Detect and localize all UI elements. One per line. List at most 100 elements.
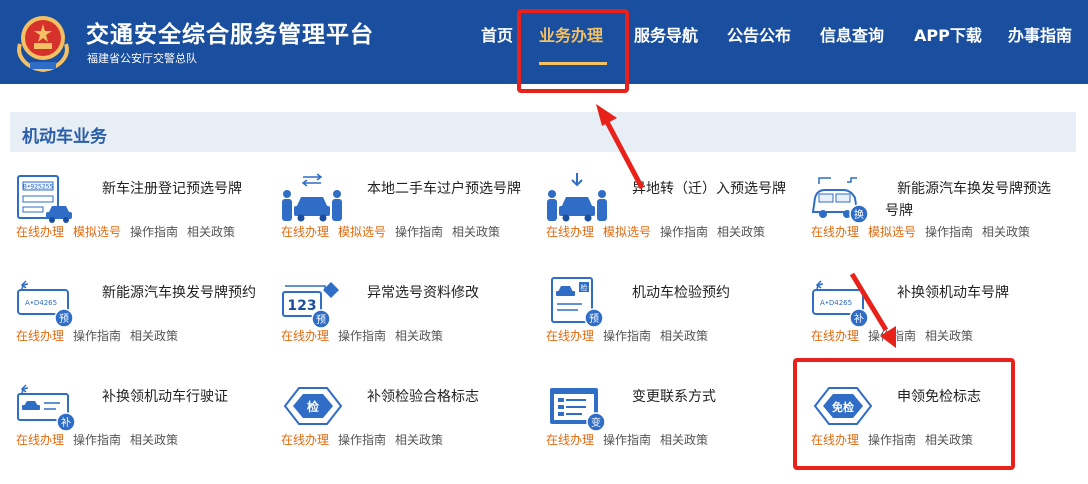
nav-home[interactable]: 首页 [481, 22, 513, 46]
operation-guide-link[interactable]: 操作指南 [130, 225, 178, 239]
nav-guide[interactable]: 办事指南 [1008, 22, 1072, 46]
service-actions: 在线办理 操作指南 相关政策 [16, 327, 187, 344]
policy-link[interactable]: 相关政策 [452, 225, 500, 239]
service-name: 补换领机动车号牌 [897, 285, 1009, 301]
online-handle-link[interactable]: 在线办理 [281, 225, 329, 239]
ev-plate-appointment-icon: A•D4265 预 [17, 280, 74, 328]
operation-guide-link[interactable]: 操作指南 [868, 433, 916, 447]
online-handle-link[interactable]: 在线办理 [16, 329, 64, 343]
nav-active-indicator [539, 62, 607, 65]
policy-link[interactable]: 相关政策 [130, 329, 178, 343]
operation-guide-link[interactable]: 操作指南 [338, 433, 386, 447]
nav-info-query[interactable]: 信息查询 [820, 22, 884, 46]
service-vehicle-inspection: 检 预 机动车检验预约 在线办理 操作指南 相关政策 [546, 274, 811, 369]
badge-text: 免检 [832, 400, 854, 414]
badge-text: 补 [854, 312, 864, 325]
service-ev-plate-appointment: A•D4265 预 新能源汽车换发号牌预约 在线办理 操作指南 相关政策 [16, 274, 281, 369]
online-handle-link[interactable]: 在线办理 [16, 225, 64, 239]
top-header: 交通安全综合服务管理平台 福建省公安厅交警总队 首页 业务办理 服务导航 公告公… [0, 0, 1088, 84]
plate-text: B•925255 [23, 184, 54, 191]
operation-guide-link[interactable]: 操作指南 [925, 225, 973, 239]
policy-link[interactable]: 相关政策 [395, 433, 443, 447]
section-title: 机动车业务 [22, 127, 107, 147]
service-actions: 在线办理 操作指南 相关政策 [546, 327, 717, 344]
policy-link[interactable]: 相关政策 [130, 433, 178, 447]
tag-text: 检 [581, 283, 588, 292]
policy-link[interactable]: 相关政策 [717, 225, 765, 239]
section-bar: 机动车业务 [10, 112, 1076, 152]
service-name: 申领免检标志 [897, 389, 981, 405]
plate-text: A•D4265 [25, 299, 57, 307]
service-license-replacement: 补 补换领机动车行驶证 在线办理 操作指南 相关政策 [16, 378, 281, 473]
plate-text: 123 [287, 298, 316, 314]
online-handle-link[interactable]: 在线办理 [811, 329, 859, 343]
inspection-mark-icon: 检 [283, 387, 343, 425]
service-plate-number-edit: 123 预 异常选号资料修改 在线办理 操作指南 相关政策 [281, 274, 546, 369]
operation-guide-link[interactable]: 操作指南 [603, 433, 651, 447]
service-plate-replacement: A•D4265 补 补换领机动车号牌 在线办理 操作指南 相关政策 [811, 274, 1076, 369]
simulate-select-link[interactable]: 模拟选号 [338, 225, 386, 239]
car-transfer-in-icon [547, 173, 607, 222]
service-name: 新车注册登记预选号牌 [102, 181, 242, 197]
policy-link[interactable]: 相关政策 [982, 225, 1030, 239]
service-ev-plate-exchange: 换 新能源汽车换发号牌预选号牌 在线办理 模拟选号 操作指南 相关政策 [811, 170, 1076, 265]
service-car-transfer-in: 异地转（迁）入预选号牌 在线办理 模拟选号 操作指南 相关政策 [546, 170, 811, 265]
operation-guide-link[interactable]: 操作指南 [660, 225, 708, 239]
operation-guide-link[interactable]: 操作指南 [73, 329, 121, 343]
operation-guide-link[interactable]: 操作指南 [868, 329, 916, 343]
service-name: 新能源汽车换发号牌预约 [102, 285, 256, 301]
policy-link[interactable]: 相关政策 [925, 433, 973, 447]
policy-link[interactable]: 相关政策 [187, 225, 235, 239]
service-actions: 在线办理 模拟选号 操作指南 相关政策 [811, 223, 1039, 240]
nav-service-guide[interactable]: 服务导航 [634, 22, 698, 46]
badge-text: 变 [591, 416, 601, 429]
simulate-select-link[interactable]: 模拟选号 [603, 225, 651, 239]
nav-app-download[interactable]: APP下载 [914, 22, 982, 46]
service-actions: 在线办理 操作指南 相关政策 [281, 431, 452, 448]
online-handle-link[interactable]: 在线办理 [16, 433, 64, 447]
online-handle-link[interactable]: 在线办理 [811, 225, 859, 239]
badge-text: 预 [589, 313, 599, 325]
simulate-select-link[interactable]: 模拟选号 [868, 225, 916, 239]
online-handle-link[interactable]: 在线办理 [281, 433, 329, 447]
service-used-car-transfer: 本地二手车过户预选号牌 在线办理 模拟选号 操作指南 相关政策 [281, 170, 546, 265]
online-handle-link[interactable]: 在线办理 [281, 329, 329, 343]
service-actions: 在线办理 操作指南 相关政策 [811, 327, 982, 344]
online-handle-link[interactable]: 在线办理 [546, 225, 594, 239]
nav-business[interactable]: 业务办理 [539, 22, 603, 46]
online-handle-link[interactable]: 在线办理 [546, 329, 594, 343]
police-emblem-icon [17, 16, 69, 72]
nav-announcements[interactable]: 公告公布 [727, 22, 791, 46]
service-name: 新能源汽车换发号牌预选号牌 [885, 181, 1051, 219]
badge-text: 补 [61, 416, 71, 429]
operation-guide-link[interactable]: 操作指南 [338, 329, 386, 343]
contact-change-icon: 变 [550, 388, 606, 432]
service-actions: 在线办理 操作指南 相关政策 [281, 327, 452, 344]
policy-link[interactable]: 相关政策 [395, 329, 443, 343]
new-car-registration-icon: B•925255 [17, 175, 72, 223]
service-name: 本地二手车过户预选号牌 [367, 181, 521, 197]
online-handle-link[interactable]: 在线办理 [811, 433, 859, 447]
site-subtitle: 福建省公安厅交警总队 [87, 52, 197, 65]
service-actions: 在线办理 模拟选号 操作指南 相关政策 [16, 223, 244, 240]
service-name: 机动车检验预约 [632, 285, 730, 301]
site-title: 交通安全综合服务管理平台 [86, 22, 374, 48]
simulate-select-link[interactable]: 模拟选号 [73, 225, 121, 239]
service-name: 补换领机动车行驶证 [102, 389, 228, 405]
policy-link[interactable]: 相关政策 [925, 329, 973, 343]
exemption-mark-icon: 免检 [813, 387, 873, 425]
service-name: 异常选号资料修改 [367, 285, 479, 301]
online-handle-link[interactable]: 在线办理 [546, 433, 594, 447]
service-name: 补领检验合格标志 [367, 389, 479, 405]
badge-text: 预 [316, 314, 326, 326]
badge-text: 换 [854, 208, 864, 221]
operation-guide-link[interactable]: 操作指南 [73, 433, 121, 447]
plate-number-edit-icon: 123 预 [282, 282, 339, 328]
badge-text: 检 [307, 399, 319, 414]
operation-guide-link[interactable]: 操作指南 [395, 225, 443, 239]
policy-link[interactable]: 相关政策 [660, 433, 708, 447]
plate-replacement-icon: A•D4265 补 [812, 280, 869, 328]
vehicle-inspection-icon: 检 预 [551, 277, 604, 328]
operation-guide-link[interactable]: 操作指南 [603, 329, 651, 343]
policy-link[interactable]: 相关政策 [660, 329, 708, 343]
